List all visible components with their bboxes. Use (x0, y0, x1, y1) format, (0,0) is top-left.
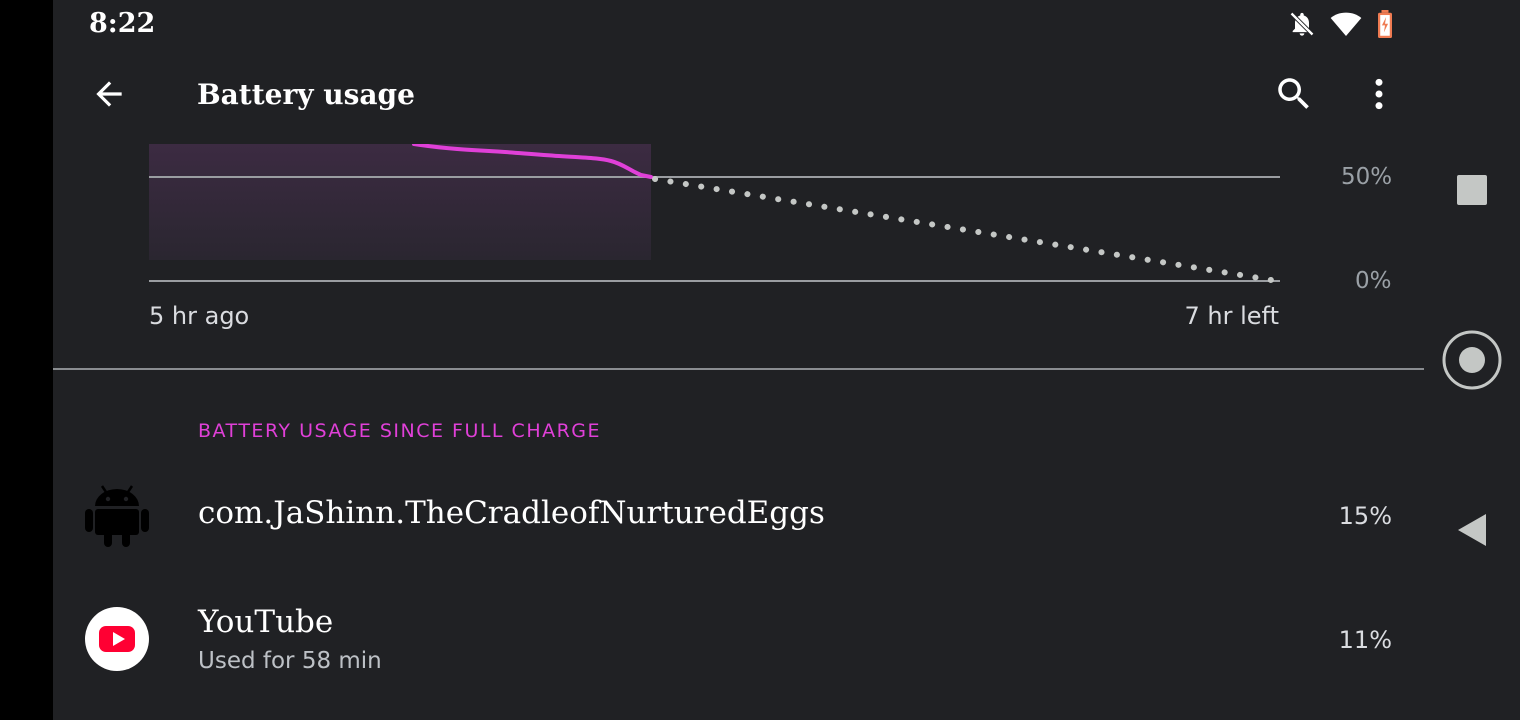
navigation-bar (1424, 0, 1520, 720)
phone-screen: 8:22 Battery usage 50% 0% 5 hr ago 7 hr … (53, 0, 1424, 720)
list-item-app-1[interactable]: com.JaShinn.TheCradleofNurturedEggs 15% (53, 470, 1424, 565)
section-divider (53, 368, 1424, 370)
youtube-icon (85, 607, 149, 675)
battery-projection-line (652, 176, 1274, 283)
battery-chart: 50% 0% 5 hr ago 7 hr left (53, 0, 1424, 370)
app-percent: 15% (1338, 502, 1392, 530)
battery-chart-plot (149, 144, 1280, 283)
back-triangle-icon[interactable] (1456, 514, 1488, 546)
section-header: BATTERY USAGE SINCE FULL CHARGE (198, 420, 602, 442)
recents-square-icon[interactable] (1457, 175, 1487, 205)
app-name: YouTube (198, 604, 334, 640)
app-usage-subtitle: Used for 58 min (198, 648, 382, 674)
chart-start-label: 5 hr ago (149, 302, 250, 330)
list-item-app-2[interactable]: YouTube Used for 58 min 11% (53, 590, 1424, 700)
y-label-50: 50% (1341, 164, 1393, 190)
battery-used-fill (149, 144, 651, 260)
app-percent: 11% (1338, 626, 1392, 654)
home-circle-icon[interactable] (1442, 330, 1502, 390)
chart-end-label: 7 hr left (1184, 302, 1279, 330)
app-name: com.JaShinn.TheCradleofNurturedEggs (198, 495, 825, 531)
y-label-0: 0% (1355, 268, 1392, 294)
android-icon (85, 482, 149, 552)
